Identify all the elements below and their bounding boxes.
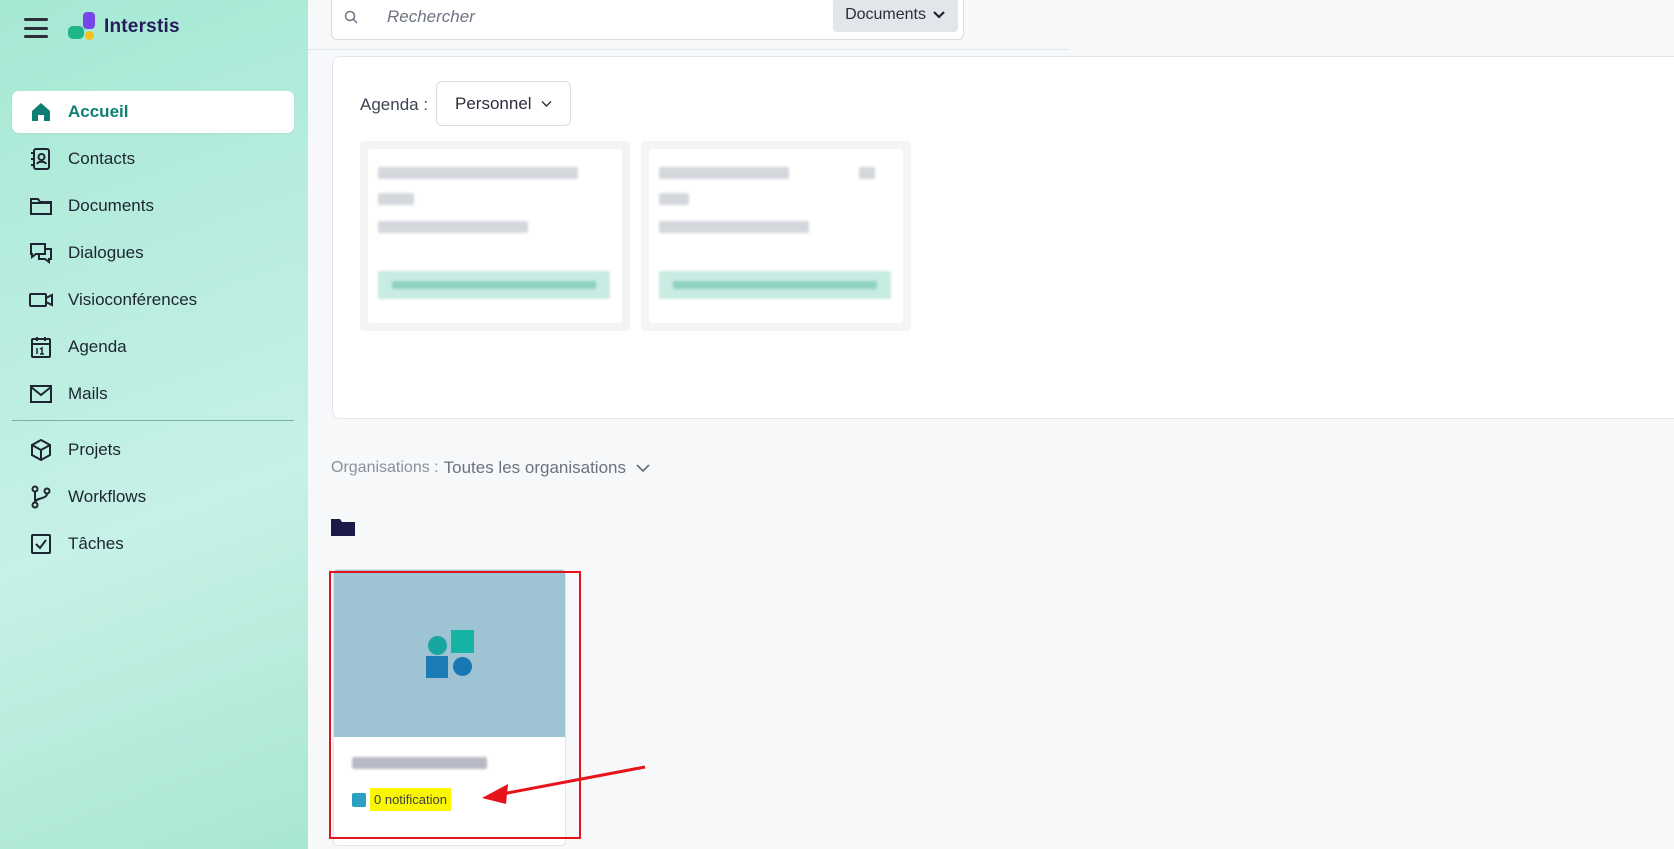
blurred-event-title	[659, 167, 789, 179]
home-icon	[28, 99, 54, 125]
sidebar-item-label: Tâches	[68, 534, 124, 553]
calendar-icon	[28, 334, 54, 360]
sidebar: Interstis Accueil Contacts Documents Dia…	[0, 0, 308, 849]
hamburger-menu-icon[interactable]	[24, 18, 48, 38]
sidebar-item-label: Contacts	[68, 149, 136, 168]
sidebar-item-projets[interactable]: Projets	[12, 429, 294, 471]
sidebar-divider	[12, 420, 294, 421]
agenda-label: Agenda :	[360, 95, 429, 114]
header-divider	[308, 49, 1070, 50]
search-input[interactable]	[387, 7, 787, 27]
blurred-event-title	[378, 167, 578, 179]
agenda-select-value: Personnel	[455, 93, 532, 113]
cube-icon	[28, 437, 54, 463]
blurred-event-title	[378, 193, 414, 205]
sidebar-nav: Accueil Contacts Documents Dialogues Vis…	[12, 91, 294, 570]
agenda-event-card[interactable]	[641, 141, 911, 331]
sidebar-item-dialogues[interactable]: Dialogues	[12, 232, 294, 274]
app-logo[interactable]: Interstis	[67, 12, 180, 42]
envelope-icon	[28, 381, 54, 407]
sidebar-item-label: Mails	[68, 384, 108, 403]
blurred-event-date	[659, 221, 809, 233]
search-scope-dropdown[interactable]: Documents	[833, 0, 958, 32]
agenda-event-card[interactable]	[360, 141, 630, 331]
sidebar-item-taches[interactable]: Tâches	[12, 523, 294, 565]
search-bar: Documents	[331, 0, 964, 40]
git-branch-icon	[28, 484, 54, 510]
organisations-filter[interactable]: Organisations : Toutes les organisations	[331, 458, 651, 478]
chevron-down-icon	[541, 100, 552, 107]
checkbox-icon	[28, 531, 54, 557]
search-icon	[344, 10, 358, 29]
agenda-card: Agenda : Personnel	[332, 56, 1674, 419]
blurred-event-date	[378, 221, 528, 233]
search-scope-label: Documents	[845, 6, 926, 23]
organisations-label: Organisations :	[331, 459, 439, 476]
video-camera-icon	[28, 287, 54, 313]
sidebar-item-contacts[interactable]: Contacts	[12, 138, 294, 180]
sidebar-item-label: Workflows	[68, 487, 147, 506]
sidebar-item-visioconferences[interactable]: Visioconférences	[12, 279, 294, 321]
organisations-value: Toutes les organisations	[443, 458, 626, 477]
app-name: Interstis	[104, 16, 180, 37]
sidebar-item-agenda[interactable]: Agenda	[12, 326, 294, 368]
blurred-event-action[interactable]	[659, 271, 891, 299]
sidebar-item-label: Projets	[68, 440, 121, 459]
sidebar-item-mails[interactable]: Mails	[12, 373, 294, 415]
sidebar-item-label: Documents	[68, 196, 154, 215]
blurred-event-title	[859, 167, 875, 179]
sidebar-item-accueil[interactable]: Accueil	[12, 91, 294, 133]
chat-bubbles-icon	[28, 240, 54, 266]
interstis-logo-icon	[67, 12, 97, 42]
sidebar-item-label: Visioconférences	[68, 290, 198, 309]
folder-icon	[331, 518, 355, 541]
annotation-arrow-icon	[482, 765, 646, 804]
agenda-select[interactable]: Personnel	[436, 81, 571, 126]
sidebar-item-label: Agenda	[68, 337, 127, 356]
contacts-book-icon	[28, 146, 54, 172]
sidebar-item-documents[interactable]: Documents	[12, 185, 294, 227]
chevron-down-icon	[933, 11, 945, 19]
sidebar-item-label: Accueil	[68, 102, 129, 121]
blurred-event-action[interactable]	[378, 271, 610, 299]
chevron-down-icon	[636, 464, 650, 473]
blurred-event-title	[659, 193, 689, 205]
sidebar-item-label: Dialogues	[68, 243, 144, 262]
folder-icon	[28, 193, 54, 219]
sidebar-item-workflows[interactable]: Workflows	[12, 476, 294, 518]
